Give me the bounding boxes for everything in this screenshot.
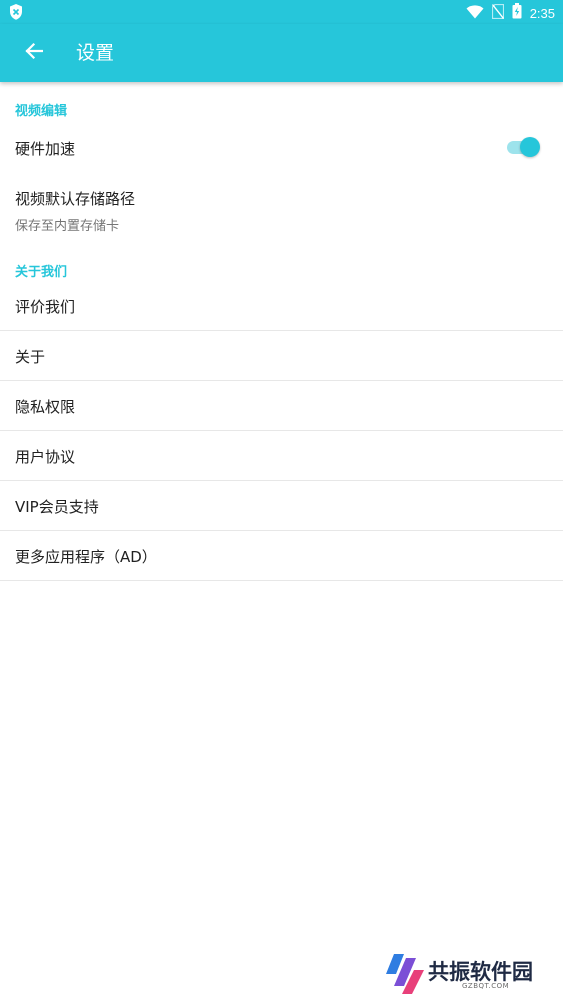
- storage-path-label: 视频默认存储路径: [15, 190, 136, 208]
- wifi-icon: [466, 4, 484, 23]
- battery-charging-icon: [512, 3, 522, 23]
- rate-us-label: 评价我们: [15, 298, 76, 316]
- hardware-acceleration-row[interactable]: 硬件加速: [0, 124, 563, 172]
- watermark-url: GZBQT.COM: [462, 982, 510, 990]
- about-label: 关于: [15, 348, 46, 366]
- vip-support-label: VIP会员支持: [15, 498, 99, 516]
- more-apps-label: 更多应用程序（AD）: [15, 548, 157, 566]
- app-bar: 设置: [0, 24, 563, 82]
- status-time: 2:35: [529, 5, 555, 21]
- storage-path-summary: 保存至内置存储卡: [15, 219, 120, 234]
- divider: [0, 580, 563, 581]
- shield-icon: [9, 4, 23, 24]
- toggle-thumb: [520, 137, 540, 157]
- section-header-about-us: 关于我们: [15, 265, 68, 280]
- status-icons: 2:35: [466, 3, 555, 23]
- about-row[interactable]: 关于: [0, 331, 563, 380]
- rate-us-row[interactable]: 评价我们: [0, 282, 563, 330]
- back-button[interactable]: [14, 33, 54, 73]
- privacy-permissions-row[interactable]: 隐私权限: [0, 381, 563, 430]
- hardware-acceleration-toggle[interactable]: [507, 136, 541, 158]
- arrow-left-icon: [25, 42, 44, 64]
- hardware-acceleration-label: 硬件加速: [15, 140, 76, 158]
- watermark-logo: 共振软件园 GZBQT.COM: [384, 952, 554, 996]
- no-sim-icon: [491, 3, 504, 23]
- vip-support-row[interactable]: VIP会员支持: [0, 481, 563, 530]
- page-title: 设置: [76, 42, 115, 64]
- more-apps-row[interactable]: 更多应用程序（AD）: [0, 531, 563, 580]
- user-agreement-row[interactable]: 用户协议: [0, 431, 563, 480]
- status-bar: 2:35: [0, 0, 563, 24]
- privacy-permissions-label: 隐私权限: [15, 398, 76, 416]
- section-header-video-edit: 视频编辑: [15, 104, 68, 119]
- storage-path-row[interactable]: 视频默认存储路径 保存至内置存储卡: [0, 174, 563, 240]
- user-agreement-label: 用户协议: [15, 448, 76, 466]
- watermark-mark-icon: [386, 954, 424, 994]
